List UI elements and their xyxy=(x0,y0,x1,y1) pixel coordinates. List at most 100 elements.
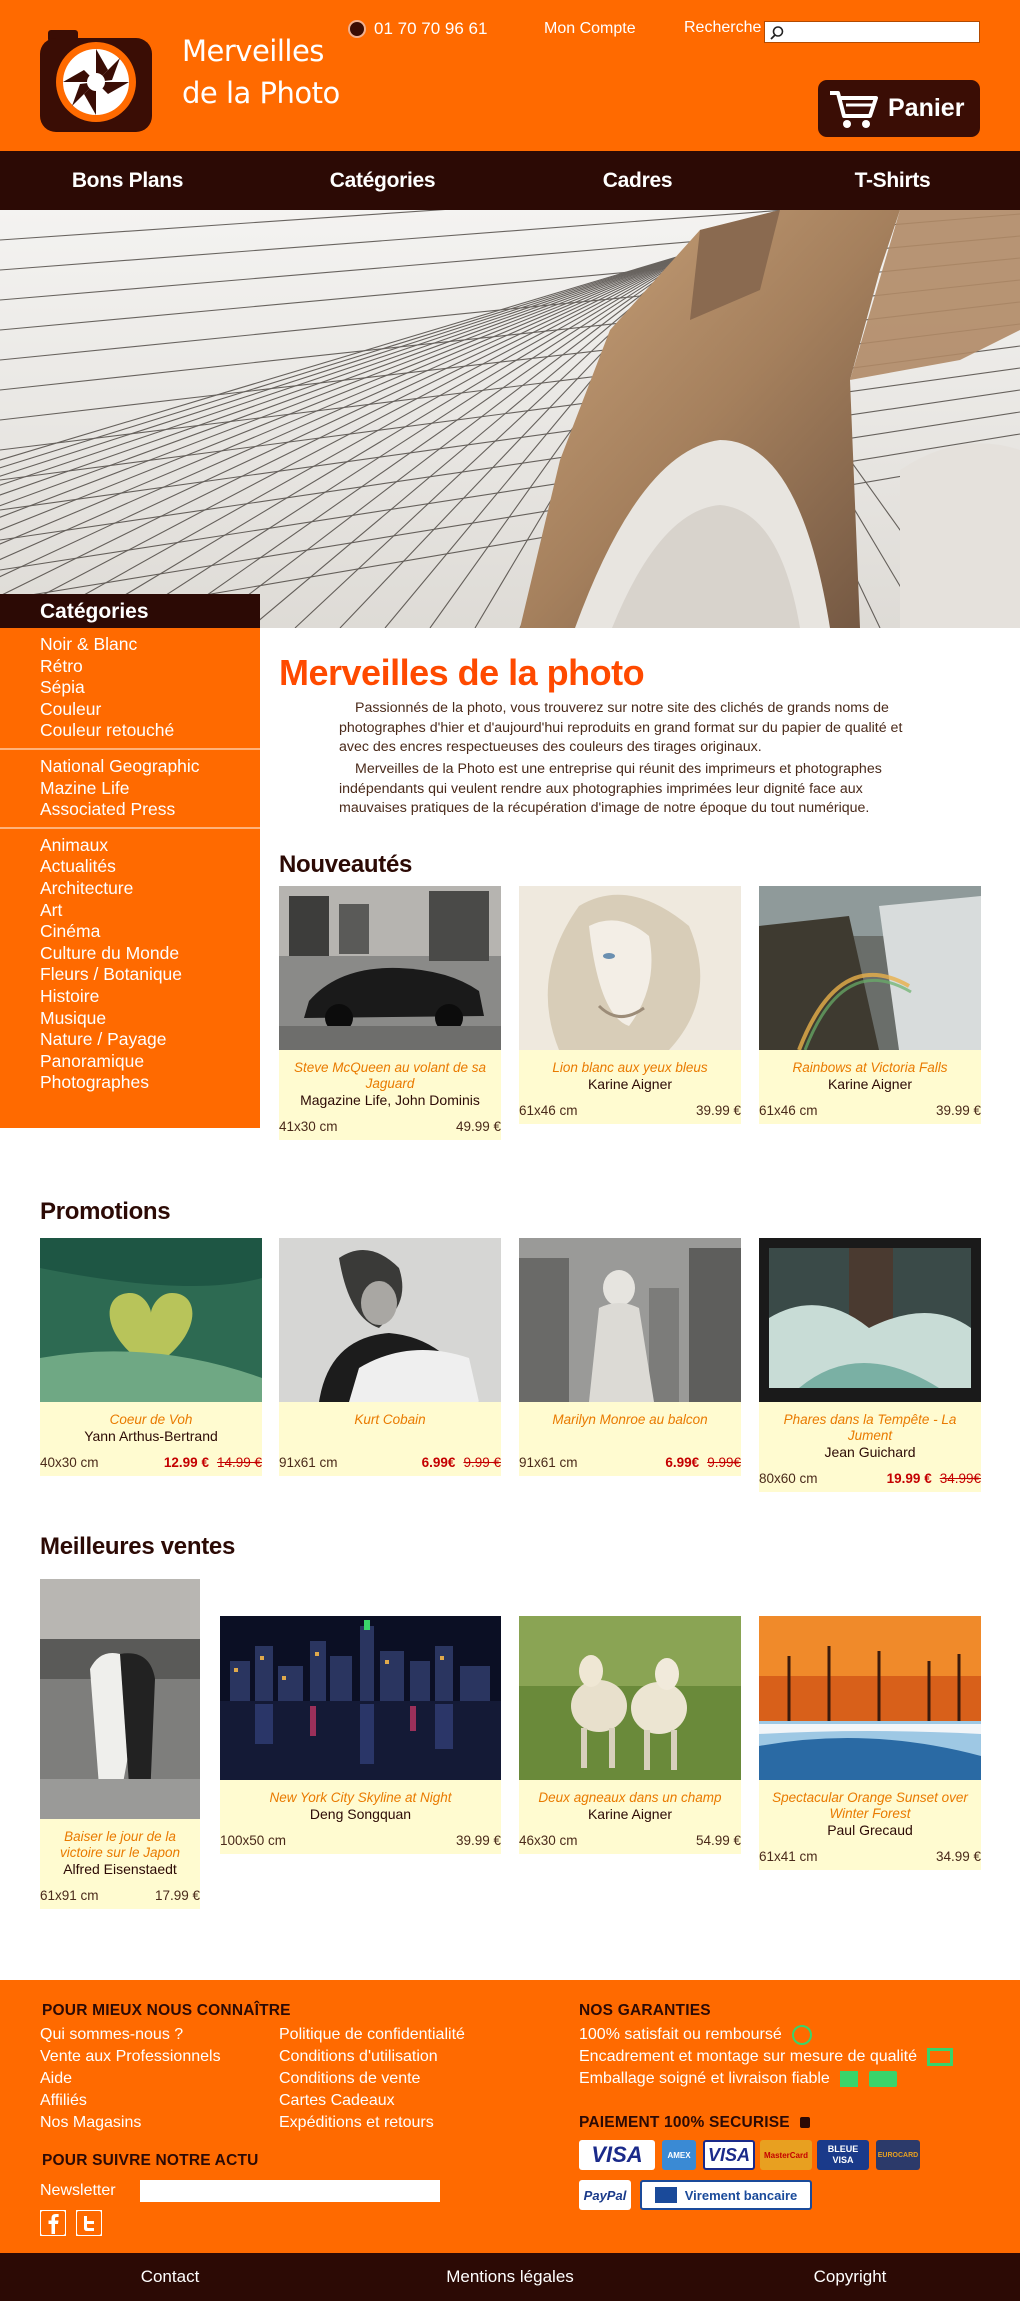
product-old-price: 14.99 € xyxy=(216,1455,262,1470)
nav-categories[interactable]: Catégories xyxy=(255,151,510,210)
product-image-lion[interactable] xyxy=(519,886,741,1050)
product-price: 12.99 € xyxy=(163,1455,209,1470)
cart-button[interactable]: Panier xyxy=(818,80,980,137)
product-image-falls[interactable] xyxy=(759,886,981,1050)
category-link[interactable]: Nature / Payage xyxy=(40,1029,260,1051)
product-image-lighthouse[interactable] xyxy=(759,1238,981,1402)
footer-link[interactable]: Vente aux Professionnels xyxy=(40,2046,221,2068)
category-link[interactable]: Mazine Life xyxy=(40,778,260,800)
legal-link[interactable]: Mentions légales xyxy=(340,2253,680,2301)
product-info: Lion blanc aux yeux bleus Karine Aigner xyxy=(519,1050,741,1099)
paypal-badge: PayPal xyxy=(579,2180,631,2210)
product-card[interactable]: Rainbows at Victoria Falls Karine Aigner… xyxy=(759,886,981,1124)
product-card[interactable]: Lion blanc aux yeux bleus Karine Aigner … xyxy=(519,886,741,1124)
logo-line-2: de la Photo xyxy=(182,76,340,110)
product-card[interactable]: Deux agneaux dans un champ Karine Aigner… xyxy=(519,1616,741,1854)
footer-link[interactable]: Aide xyxy=(40,2068,72,2090)
footer-link[interactable]: Cartes Cadeaux xyxy=(279,2090,395,2112)
product-image-sunset-forest[interactable] xyxy=(759,1616,981,1780)
logo-text[interactable]: Merveilles de la Photo xyxy=(182,30,340,114)
category-link[interactable]: Rétro xyxy=(40,656,260,678)
product-image-marilyn[interactable] xyxy=(519,1238,741,1402)
category-link[interactable]: National Geographic xyxy=(40,756,260,778)
facebook-icon[interactable] xyxy=(40,2210,66,2236)
category-link[interactable]: Sépia xyxy=(40,677,260,699)
product-card[interactable]: Coeur de Voh Yann Arthus-Bertrand 40x30 … xyxy=(40,1238,262,1476)
search-input[interactable] xyxy=(787,22,977,42)
footer-link[interactable]: Expéditions et retours xyxy=(279,2112,434,2134)
product-title[interactable]: Marilyn Monroe au balcon xyxy=(527,1412,733,1428)
category-link[interactable]: Panoramique xyxy=(40,1051,260,1073)
newsletter-input[interactable] xyxy=(140,2180,440,2202)
nav-cadres[interactable]: Cadres xyxy=(510,151,765,210)
category-link[interactable]: Cinéma xyxy=(40,921,260,943)
footer-heading-guarantees: NOS GARANTIES xyxy=(579,2002,711,2019)
category-link[interactable]: Musique xyxy=(40,1008,260,1030)
category-link[interactable]: Couleur xyxy=(40,699,260,721)
search-box[interactable] xyxy=(764,21,980,43)
category-link[interactable]: Histoire xyxy=(40,986,260,1008)
search-icon[interactable] xyxy=(769,25,785,41)
product-size: 61x91 cm xyxy=(40,1888,99,1903)
footer-link[interactable]: Affiliés xyxy=(40,2090,87,2112)
product-card[interactable]: Steve McQueen au volant de sa Jaguard Ma… xyxy=(279,886,501,1140)
category-link[interactable]: Culture du Monde xyxy=(40,943,260,965)
category-group-source: National Geographic Mazine Life Associat… xyxy=(0,747,260,827)
product-image-lambs[interactable] xyxy=(519,1616,741,1780)
gift-icon xyxy=(840,2070,859,2087)
footer: POUR MIEUX NOUS CONNAÎTRE Qui sommes-nou… xyxy=(0,1980,1020,2253)
category-link[interactable]: Associated Press xyxy=(40,799,260,821)
product-artist xyxy=(527,1428,733,1445)
product-title[interactable]: Phares dans la Tempête - La Jument xyxy=(767,1412,973,1444)
product-card[interactable]: Baiser le jour de la victoire sur le Jap… xyxy=(40,1579,200,1909)
product-card[interactable]: Marilyn Monroe au balcon 91x61 cm 6.99€ 9… xyxy=(519,1238,741,1476)
category-link[interactable]: Art xyxy=(40,900,260,922)
product-title[interactable]: New York City Skyline at Night xyxy=(228,1790,493,1806)
product-image-nyc-skyline[interactable] xyxy=(220,1616,501,1780)
nav-t-shirts[interactable]: T-Shirts xyxy=(765,151,1020,210)
product-title[interactable]: Rainbows at Victoria Falls xyxy=(767,1060,973,1076)
product-title[interactable]: Deux agneaux dans un champ xyxy=(527,1790,733,1806)
product-price: 17.99 € xyxy=(154,1888,200,1903)
footer-link[interactable]: Nos Magasins xyxy=(40,2112,141,2134)
product-price: 34.99 € xyxy=(935,1849,981,1864)
category-link[interactable]: Fleurs / Botanique xyxy=(40,964,260,986)
product-card[interactable]: Kurt Cobain 91x61 cm 6.99€ 9.99 € xyxy=(279,1238,501,1476)
product-size: 61x46 cm xyxy=(759,1103,818,1118)
product-card[interactable]: Phares dans la Tempête - La Jument Jean … xyxy=(759,1238,981,1492)
product-title[interactable]: Kurt Cobain xyxy=(287,1412,493,1428)
contact-link[interactable]: Contact xyxy=(0,2253,340,2301)
product-card[interactable]: Spectacular Orange Sunset over Winter Fo… xyxy=(759,1616,981,1870)
product-meta: 91x61 cm 6.99€ 9.99 € xyxy=(279,1451,501,1476)
category-link[interactable]: Actualités xyxy=(40,856,260,878)
category-link[interactable]: Architecture xyxy=(40,878,260,900)
product-title[interactable]: Coeur de Voh xyxy=(48,1412,254,1428)
footer-link[interactable]: Conditions de vente xyxy=(279,2068,420,2090)
product-image-kiss[interactable] xyxy=(40,1579,200,1819)
search-label: Recherche xyxy=(684,19,762,36)
product-image-cobain[interactable] xyxy=(279,1238,501,1402)
footer-link[interactable]: Qui sommes-nous ? xyxy=(40,2024,183,2046)
camera-logo-icon[interactable] xyxy=(40,22,152,132)
footer-link[interactable]: Conditions d'utilisation xyxy=(279,2046,438,2068)
product-image-car[interactable] xyxy=(279,886,501,1050)
category-link[interactable]: Couleur retouché xyxy=(40,720,260,742)
nav-bons-plans[interactable]: Bons Plans xyxy=(0,151,255,210)
product-title[interactable]: Steve McQueen au volant de sa Jaguard xyxy=(287,1060,493,1092)
twitter-icon[interactable] xyxy=(76,2210,102,2236)
product-card[interactable]: New York City Skyline at Night Deng Song… xyxy=(220,1616,501,1854)
category-link[interactable]: Animaux xyxy=(40,835,260,857)
category-link[interactable]: Noir & Blanc xyxy=(40,634,260,656)
copyright-link[interactable]: Copyright xyxy=(680,2253,1020,2301)
product-title[interactable]: Spectacular Orange Sunset over Winter Fo… xyxy=(767,1790,973,1822)
footer-heading-about: POUR MIEUX NOUS CONNAÎTRE xyxy=(42,2002,291,2019)
product-title[interactable]: Baiser le jour de la victoire sur le Jap… xyxy=(48,1829,192,1861)
account-link[interactable]: Mon Compte xyxy=(544,20,636,38)
guarantee-item: Encadrement et montage sur mesure de qua… xyxy=(579,2046,954,2068)
smiley-icon xyxy=(792,2024,813,2045)
product-image-heart[interactable] xyxy=(40,1238,262,1402)
category-link[interactable]: Photographes xyxy=(40,1072,260,1094)
product-title[interactable]: Lion blanc aux yeux bleus xyxy=(527,1060,733,1076)
footer-link[interactable]: Politique de confidentialité xyxy=(279,2024,465,2046)
eurocard-badge: EUROCARD xyxy=(876,2140,920,2170)
